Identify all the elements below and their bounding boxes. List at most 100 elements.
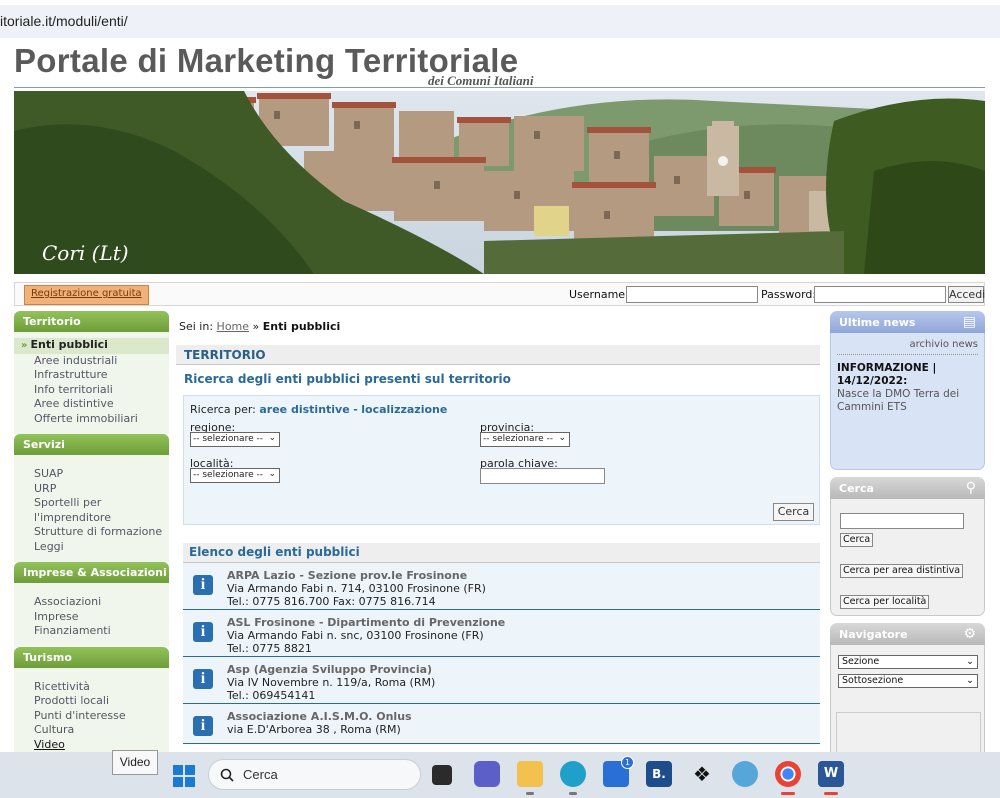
sidebar-item-finanziamenti[interactable]: Finanziamenti bbox=[14, 624, 169, 639]
chevron-down-icon: ⌄ bbox=[966, 656, 974, 667]
sidebar-item-ricettivita[interactable]: Ricettività bbox=[14, 680, 169, 695]
section-imprese: Imprese & Associazioni bbox=[14, 562, 169, 583]
sidebar-item-urp[interactable]: URP bbox=[14, 482, 169, 497]
localita-select[interactable]: -- selezionare -- ⌄ bbox=[190, 468, 280, 483]
sidebar-item-punti-interesse[interactable]: Punti d'interesse bbox=[14, 709, 169, 724]
entity-name[interactable]: ARPA Lazio - Sezione prov.le Frosinone bbox=[227, 569, 467, 582]
news-header: Ultime news ▤ bbox=[830, 311, 985, 333]
cerca-box: Cerca Cerca per area distintiva Cerca pe… bbox=[830, 499, 985, 616]
sidebar-item-aree-industriali[interactable]: Aree industriali bbox=[14, 354, 169, 369]
maps-app-icon[interactable] bbox=[732, 761, 758, 787]
sidebar-item-prodotti-locali[interactable]: Prodotti locali bbox=[14, 694, 169, 709]
info-icon: i bbox=[193, 575, 213, 595]
task-view-icon[interactable] bbox=[432, 765, 452, 785]
banner-caption: Cori (Lt) bbox=[42, 241, 129, 265]
cerca-input[interactable] bbox=[840, 513, 964, 529]
sidebar-item-sportelli-cont[interactable]: l'imprenditore bbox=[14, 511, 169, 526]
news-archive-link[interactable]: archivio news bbox=[837, 339, 978, 355]
search-by-localizzazione-link[interactable]: localizzazione bbox=[361, 403, 447, 416]
main-content: Sei in: Home » Enti pubblici TERRITORIO … bbox=[176, 311, 820, 744]
info-icon: i bbox=[193, 716, 213, 736]
section-servizi-body: SUAP URP Sportelli per l'imprenditore St… bbox=[14, 455, 169, 562]
username-input[interactable] bbox=[626, 286, 758, 303]
sottosezione-select[interactable]: Sottosezione ⌄ bbox=[838, 674, 978, 688]
banner-image: Cori (Lt) bbox=[14, 91, 985, 274]
news-item-text: Nasce la DMO Terra dei Cammini ETS bbox=[837, 388, 960, 413]
word-icon[interactable]: W bbox=[818, 761, 844, 787]
regione-select-value: -- selezionare -- bbox=[193, 434, 263, 444]
regione-select[interactable]: -- selezionare -- ⌄ bbox=[190, 432, 280, 447]
file-explorer-icon[interactable] bbox=[517, 761, 543, 787]
localita-select-value: -- selezionare -- bbox=[193, 470, 263, 480]
chevron-down-icon: ⌄ bbox=[268, 469, 276, 479]
sidebar-item-suap[interactable]: SUAP bbox=[14, 467, 169, 482]
sottosezione-select-value: Sottosezione bbox=[842, 675, 904, 686]
sidebar-item-offerte-immobiliari[interactable]: Offerte immobiliari bbox=[14, 412, 169, 427]
search-button[interactable]: Cerca bbox=[773, 503, 814, 521]
password-input[interactable] bbox=[814, 286, 946, 303]
sidebar-item-info-territoriali[interactable]: Info territoriali bbox=[14, 383, 169, 398]
list-item[interactable]: i ARPA Lazio - Sezione prov.le Frosinone… bbox=[183, 563, 820, 610]
keyword-input[interactable] bbox=[480, 468, 605, 484]
list-item[interactable]: i Asp (Agenzia Sviluppo Provincia) Via I… bbox=[183, 657, 820, 704]
sidebar-item-strutture-formazione[interactable]: Strutture di formazione bbox=[14, 525, 169, 540]
search-form: Ricerca per: aree distintive - localizza… bbox=[183, 395, 820, 525]
login-button[interactable]: Accedi bbox=[948, 286, 985, 303]
section-band: TERRITORIO bbox=[176, 345, 820, 365]
edge-icon[interactable] bbox=[560, 761, 586, 787]
entity-name[interactable]: Associazione A.I.S.M.O. Onlus bbox=[227, 710, 412, 723]
store-icon[interactable]: 1 bbox=[603, 756, 634, 787]
news-item-title[interactable]: INFORMAZIONE | 14/12/2022: bbox=[837, 362, 978, 388]
section-servizi: Servizi bbox=[14, 434, 169, 455]
chevron-down-icon: ⌄ bbox=[966, 675, 974, 686]
entity-name[interactable]: Asp (Agenzia Sviluppo Provincia) bbox=[227, 663, 432, 676]
windows-start-icon[interactable] bbox=[173, 765, 195, 787]
sidebar-item-imprese[interactable]: Imprese bbox=[14, 610, 169, 625]
news-title: Ultime news bbox=[839, 316, 916, 329]
entity-name[interactable]: ASL Frosinone - Dipartimento di Prevenzi… bbox=[227, 616, 505, 629]
cerca-header: Cerca ⚲ bbox=[830, 477, 985, 499]
list-item[interactable]: i ASL Frosinone - Dipartimento di Preven… bbox=[183, 610, 820, 657]
address-bar[interactable]: itoriale.it/moduli/enti/ bbox=[0, 5, 1000, 38]
edge-running-mark bbox=[569, 792, 577, 795]
sidebar-item-label: Enti pubblici bbox=[30, 338, 108, 351]
sidebar-item-associazioni[interactable]: Associazioni bbox=[14, 595, 169, 610]
entity-tel: Tel.: 0775 816.700 Fax: 0775 816.714 bbox=[227, 595, 436, 608]
taskbar-search[interactable]: Cerca bbox=[208, 759, 421, 790]
sidebar-item-cultura[interactable]: Cultura bbox=[14, 723, 169, 738]
sidebar-item-aree-distintive[interactable]: Aree distintive bbox=[14, 397, 169, 412]
entity-tel: Tel.: 0775 8821 bbox=[227, 642, 312, 655]
taskbar-search-text: Cerca bbox=[243, 767, 278, 782]
search-by-line: Ricerca per: aree distintive - localizza… bbox=[190, 403, 447, 416]
section-territorio: Territorio bbox=[14, 311, 169, 332]
chrome-icon[interactable] bbox=[775, 761, 801, 787]
cerca-button[interactable]: Cerca bbox=[840, 533, 874, 547]
search-by-label: Ricerca per: bbox=[190, 403, 256, 416]
teams-icon[interactable] bbox=[474, 761, 500, 787]
bluebeam-icon[interactable]: B. bbox=[646, 761, 672, 787]
login-bar: Registrazione gratuita Username: Passwor… bbox=[14, 282, 985, 306]
cerca-localita-button[interactable]: Cerca per località bbox=[840, 595, 930, 609]
sezione-select[interactable]: Sezione ⌄ bbox=[838, 655, 978, 669]
list-item[interactable]: i Associazione A.I.S.M.O. Onlus via E.D'… bbox=[183, 704, 820, 744]
chrome-active-mark bbox=[781, 792, 795, 795]
dropbox-icon[interactable]: ❖ bbox=[689, 761, 715, 787]
info-icon: i bbox=[193, 669, 213, 689]
sidebar-item-leggi[interactable]: Leggi bbox=[14, 540, 169, 555]
breadcrumb-home-link[interactable]: Home bbox=[217, 320, 249, 333]
search-by-aree-link[interactable]: aree distintive bbox=[259, 403, 349, 416]
register-button[interactable]: Registrazione gratuita bbox=[24, 285, 149, 305]
tooltip: Video bbox=[112, 750, 158, 775]
section-imprese-body: Associazioni Imprese Finanziamenti bbox=[14, 583, 169, 647]
sidebar-item-infrastrutture[interactable]: Infrastrutture bbox=[14, 368, 169, 383]
sidebar-item-sportelli[interactable]: Sportelli per bbox=[14, 496, 169, 511]
sidebar-item-enti-pubblici[interactable]: » Enti pubblici bbox=[14, 338, 169, 354]
section-turismo: Turismo bbox=[14, 646, 169, 668]
cerca-area-button[interactable]: Cerca per area distintiva bbox=[840, 564, 964, 578]
double-arrow-icon: » bbox=[21, 340, 28, 351]
explorer-running-mark bbox=[526, 792, 534, 795]
news-box: archivio news INFORMAZIONE | 14/12/2022:… bbox=[830, 333, 985, 470]
left-sidebar: Territorio » Enti pubblici Aree industria… bbox=[14, 311, 169, 760]
chevron-down-icon: ⌄ bbox=[558, 433, 566, 443]
provincia-select[interactable]: -- selezionare -- ⌄ bbox=[480, 432, 570, 447]
